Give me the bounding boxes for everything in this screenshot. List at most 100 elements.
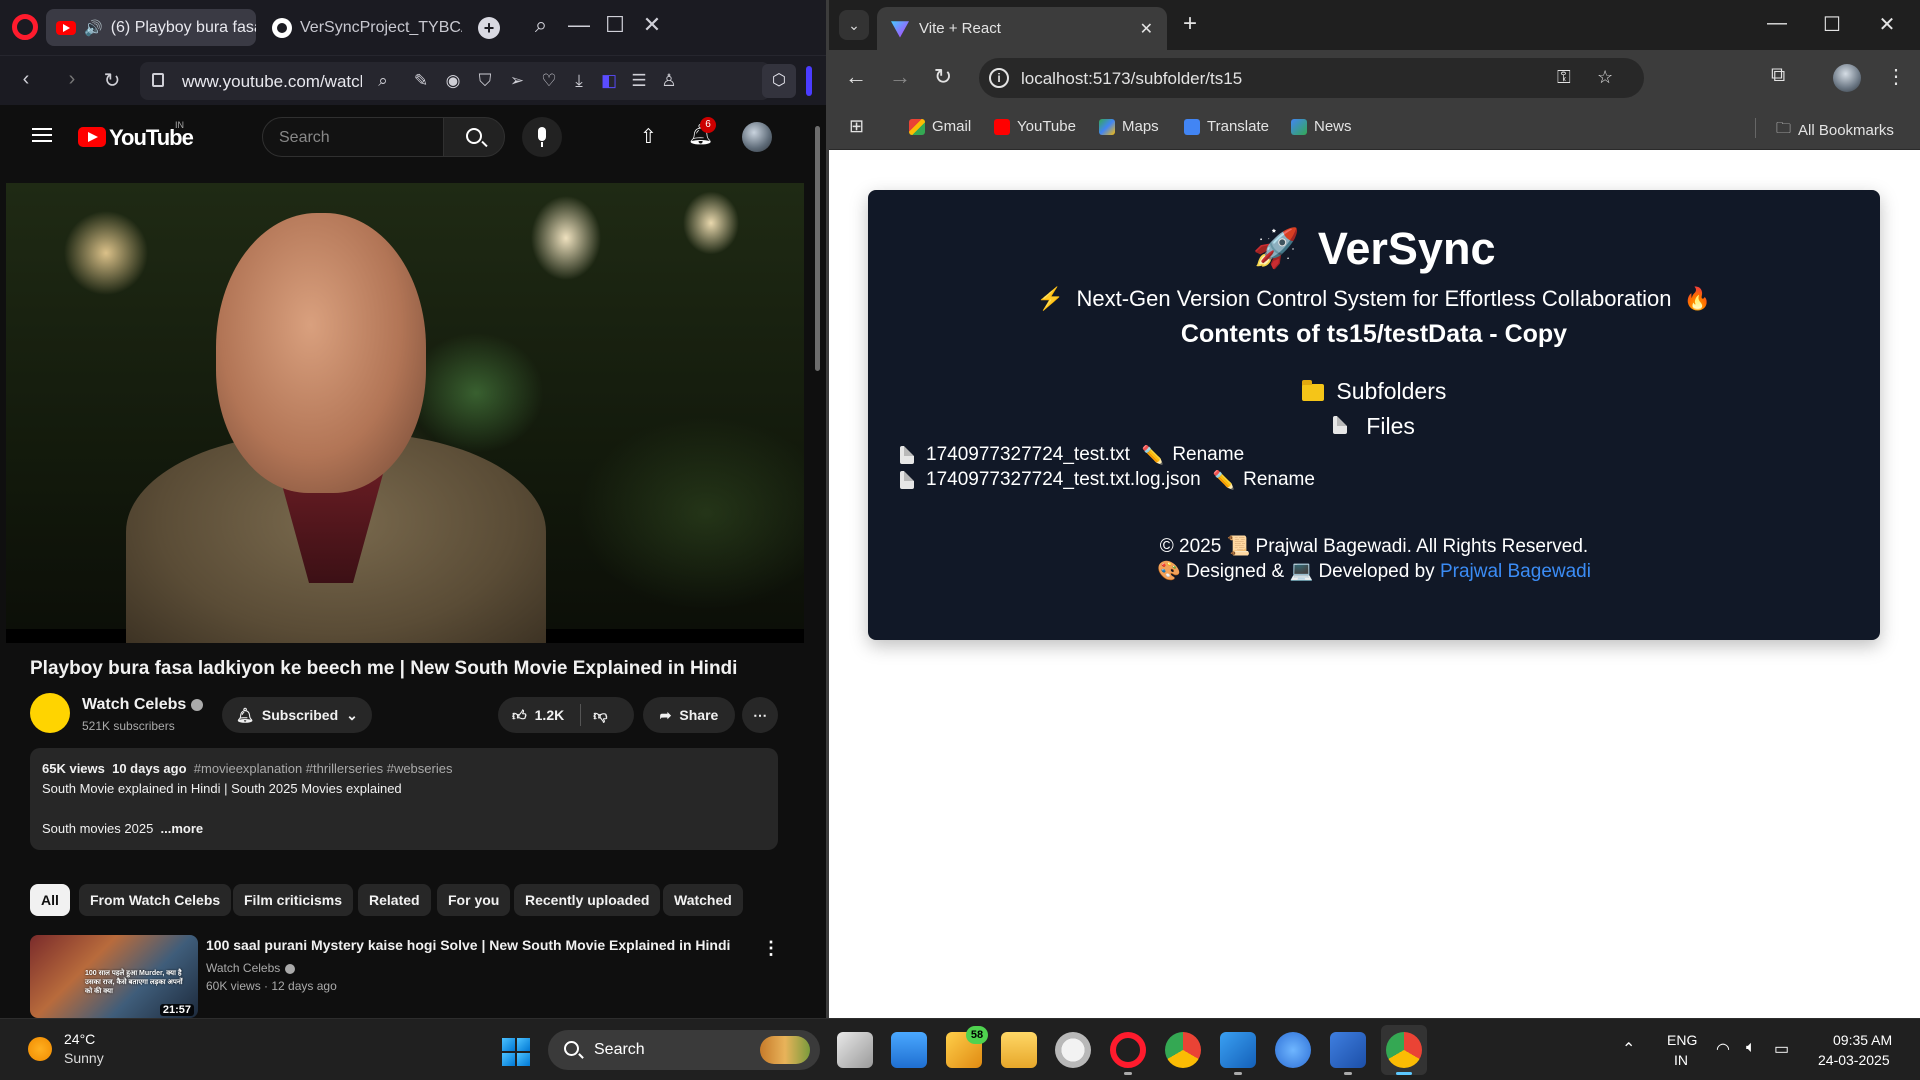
site-info-icon[interactable]: i — [989, 68, 1009, 88]
menu-icon[interactable] — [32, 128, 52, 142]
start-button[interactable] — [502, 1038, 530, 1066]
chrome-tab-vite[interactable]: Vite + React ✕ — [877, 7, 1167, 50]
heart-icon[interactable]: ♡ — [538, 71, 560, 91]
bookmark-maps[interactable]: Maps — [1099, 118, 1159, 135]
avatar[interactable] — [742, 122, 772, 152]
send-icon[interactable]: ➢ — [506, 71, 528, 91]
avatar[interactable] — [1833, 64, 1861, 92]
apps-grid-icon[interactable]: ⊞ — [849, 116, 864, 137]
channel-avatar[interactable] — [30, 693, 70, 733]
chip-related[interactable]: Related — [358, 884, 431, 916]
file-explorer-icon[interactable] — [1001, 1032, 1037, 1068]
rename-button[interactable]: Rename — [1243, 469, 1315, 491]
more-actions-icon[interactable]: ⋯ — [742, 697, 778, 733]
taskbar-search[interactable]: Search — [548, 1030, 820, 1070]
microphone-icon[interactable] — [522, 117, 562, 157]
close-icon[interactable]: ✕ — [1872, 12, 1902, 37]
channel-name-text[interactable]: Watch Celebs — [82, 696, 186, 713]
file-name[interactable]: 1740977327724_test.txt — [926, 444, 1130, 466]
like-icon[interactable]: 👍︎ — [512, 707, 527, 724]
chip-recently-uploaded[interactable]: Recently uploaded — [514, 884, 661, 916]
pencil-icon[interactable]: ✏️ — [1142, 445, 1164, 466]
reload-icon[interactable]: ↻ — [930, 64, 956, 90]
back-icon[interactable]: ← — [843, 64, 869, 90]
forward-icon[interactable]: › — [60, 68, 84, 91]
close-tab-icon[interactable]: ✕ — [1140, 19, 1153, 39]
language-indicator[interactable]: ENG — [1667, 1032, 1697, 1048]
recommendation-thumbnail[interactable]: 100 साल पहले हुआ Murder, क्या है उसका रा… — [30, 935, 198, 1018]
bookmark-gmail[interactable]: Gmail — [909, 118, 971, 135]
description-box[interactable]: 65K views 10 days ago #movieexplanation … — [30, 748, 778, 850]
chrome-omnibox[interactable]: i localhost:5173/subfolder/ts15 ⚿ ☆ — [979, 58, 1644, 98]
new-tab-icon[interactable]: + — [478, 17, 500, 39]
opera-url-field[interactable]: www.youtube.com/watcl ⌕ ✎ ◉ ⛉ ➢ ♡ ⤓ ◧ ☰ … — [140, 62, 770, 100]
battery-icon[interactable]: ▭ — [1774, 1039, 1789, 1059]
maximize-icon[interactable]: ☐ — [1817, 12, 1847, 37]
app-store-icon[interactable] — [1275, 1032, 1311, 1068]
vpn-icon[interactable]: ◧ — [598, 71, 620, 91]
rename-button[interactable]: Rename — [1172, 444, 1244, 466]
channel-name[interactable]: Watch Celebs — [82, 696, 204, 714]
weather-condition[interactable]: Sunny — [64, 1050, 104, 1066]
recommendation-title[interactable]: 100 saal purani Mystery kaise hogi Solve… — [206, 937, 746, 953]
chip-for-you[interactable]: For you — [437, 884, 511, 916]
extensions-icon[interactable]: ⬡ — [762, 64, 796, 98]
task-view-icon[interactable] — [837, 1032, 873, 1068]
youtube-search-input[interactable]: Search — [262, 117, 444, 157]
opera-url-text[interactable]: www.youtube.com/watcl — [182, 72, 362, 92]
minimize-icon[interactable]: — — [564, 12, 594, 38]
region-indicator[interactable]: IN — [1674, 1052, 1688, 1068]
extensions-icon[interactable]: ⧉ — [1771, 64, 1785, 87]
all-bookmarks[interactable]: 🗀 All Bookmarks — [1776, 118, 1894, 143]
word-icon[interactable] — [1330, 1032, 1366, 1068]
page-search-icon[interactable]: ⌕ — [372, 71, 394, 91]
minimize-icon[interactable]: — — [1762, 12, 1792, 35]
clock-time[interactable]: 09:35 AM — [1833, 1032, 1892, 1048]
download-icon[interactable]: ⤓ — [568, 71, 590, 91]
vscode-icon[interactable] — [1220, 1032, 1256, 1068]
video-player[interactable] — [6, 183, 804, 643]
share-button[interactable]: ➦ Share — [643, 697, 735, 733]
clock-date[interactable]: 24-03-2025 — [1818, 1052, 1890, 1068]
back-icon[interactable]: ‹ — [14, 68, 38, 91]
password-key-icon[interactable]: ⚿ — [1557, 67, 1571, 88]
developer-link[interactable]: Prajwal Bagewadi — [1440, 561, 1591, 582]
recommendation-channel[interactable]: Watch Celebs — [206, 961, 296, 975]
opera-logo-icon[interactable] — [12, 14, 38, 40]
easy-setup-icon[interactable]: ☰ — [628, 71, 650, 91]
notepad-icon[interactable] — [891, 1032, 927, 1068]
dislike-icon[interactable]: 👎︎ — [593, 707, 607, 724]
search-button[interactable] — [443, 117, 505, 157]
shield-icon[interactable]: ⛉ — [474, 71, 496, 91]
chip-from-watch-celebs[interactable]: From Watch Celebs — [79, 884, 232, 916]
pencil-icon[interactable]: ✏️ — [1213, 470, 1235, 491]
new-tab-icon[interactable]: + — [1183, 10, 1197, 38]
chip-watched[interactable]: Watched — [663, 884, 743, 916]
more-link[interactable]: ...more — [161, 821, 204, 836]
reload-icon[interactable]: ↻ — [100, 68, 124, 93]
bookmark-youtube[interactable]: YouTube — [994, 118, 1076, 135]
like-count[interactable]: 1.2K — [535, 707, 565, 723]
scrollbar[interactable] — [810, 110, 824, 1018]
sun-icon[interactable] — [28, 1037, 52, 1061]
more-options-icon[interactable]: ⋮ — [762, 938, 780, 959]
temperature[interactable]: 24°C — [64, 1031, 95, 1047]
opera-icon[interactable] — [1110, 1032, 1146, 1068]
scrollbar-thumb[interactable] — [815, 126, 820, 371]
close-icon[interactable]: ✕ — [637, 12, 667, 38]
chip-all[interactable]: All — [30, 884, 70, 916]
bookmark-translate[interactable]: Translate — [1184, 118, 1269, 135]
recommendation-channel-name[interactable]: Watch Celebs — [206, 961, 280, 975]
chrome-profile-icon[interactable] — [1386, 1032, 1422, 1068]
hashtags[interactable]: #movieexplanation #thrillerseries #webse… — [194, 761, 453, 776]
opera-tab-github[interactable]: VerSyncProject_TYBCA_SE — [262, 9, 462, 46]
clock-app-icon[interactable] — [1055, 1032, 1091, 1068]
opera-tab-youtube[interactable]: 🔊 (6) Playboy bura fasa l — [46, 9, 256, 46]
tab-search-icon[interactable]: ⌄ — [839, 10, 869, 40]
subscribed-button[interactable]: 🔔︎ Subscribed ⌄ — [222, 697, 372, 733]
chrome-icon[interactable] — [1165, 1032, 1201, 1068]
bookmark-star-icon[interactable]: ☆ — [1597, 67, 1613, 88]
youtube-logo-icon[interactable] — [78, 127, 106, 147]
edit-icon[interactable]: ✎ — [410, 71, 432, 91]
chrome-url-text[interactable]: localhost:5173/subfolder/ts15 — [1021, 69, 1242, 89]
